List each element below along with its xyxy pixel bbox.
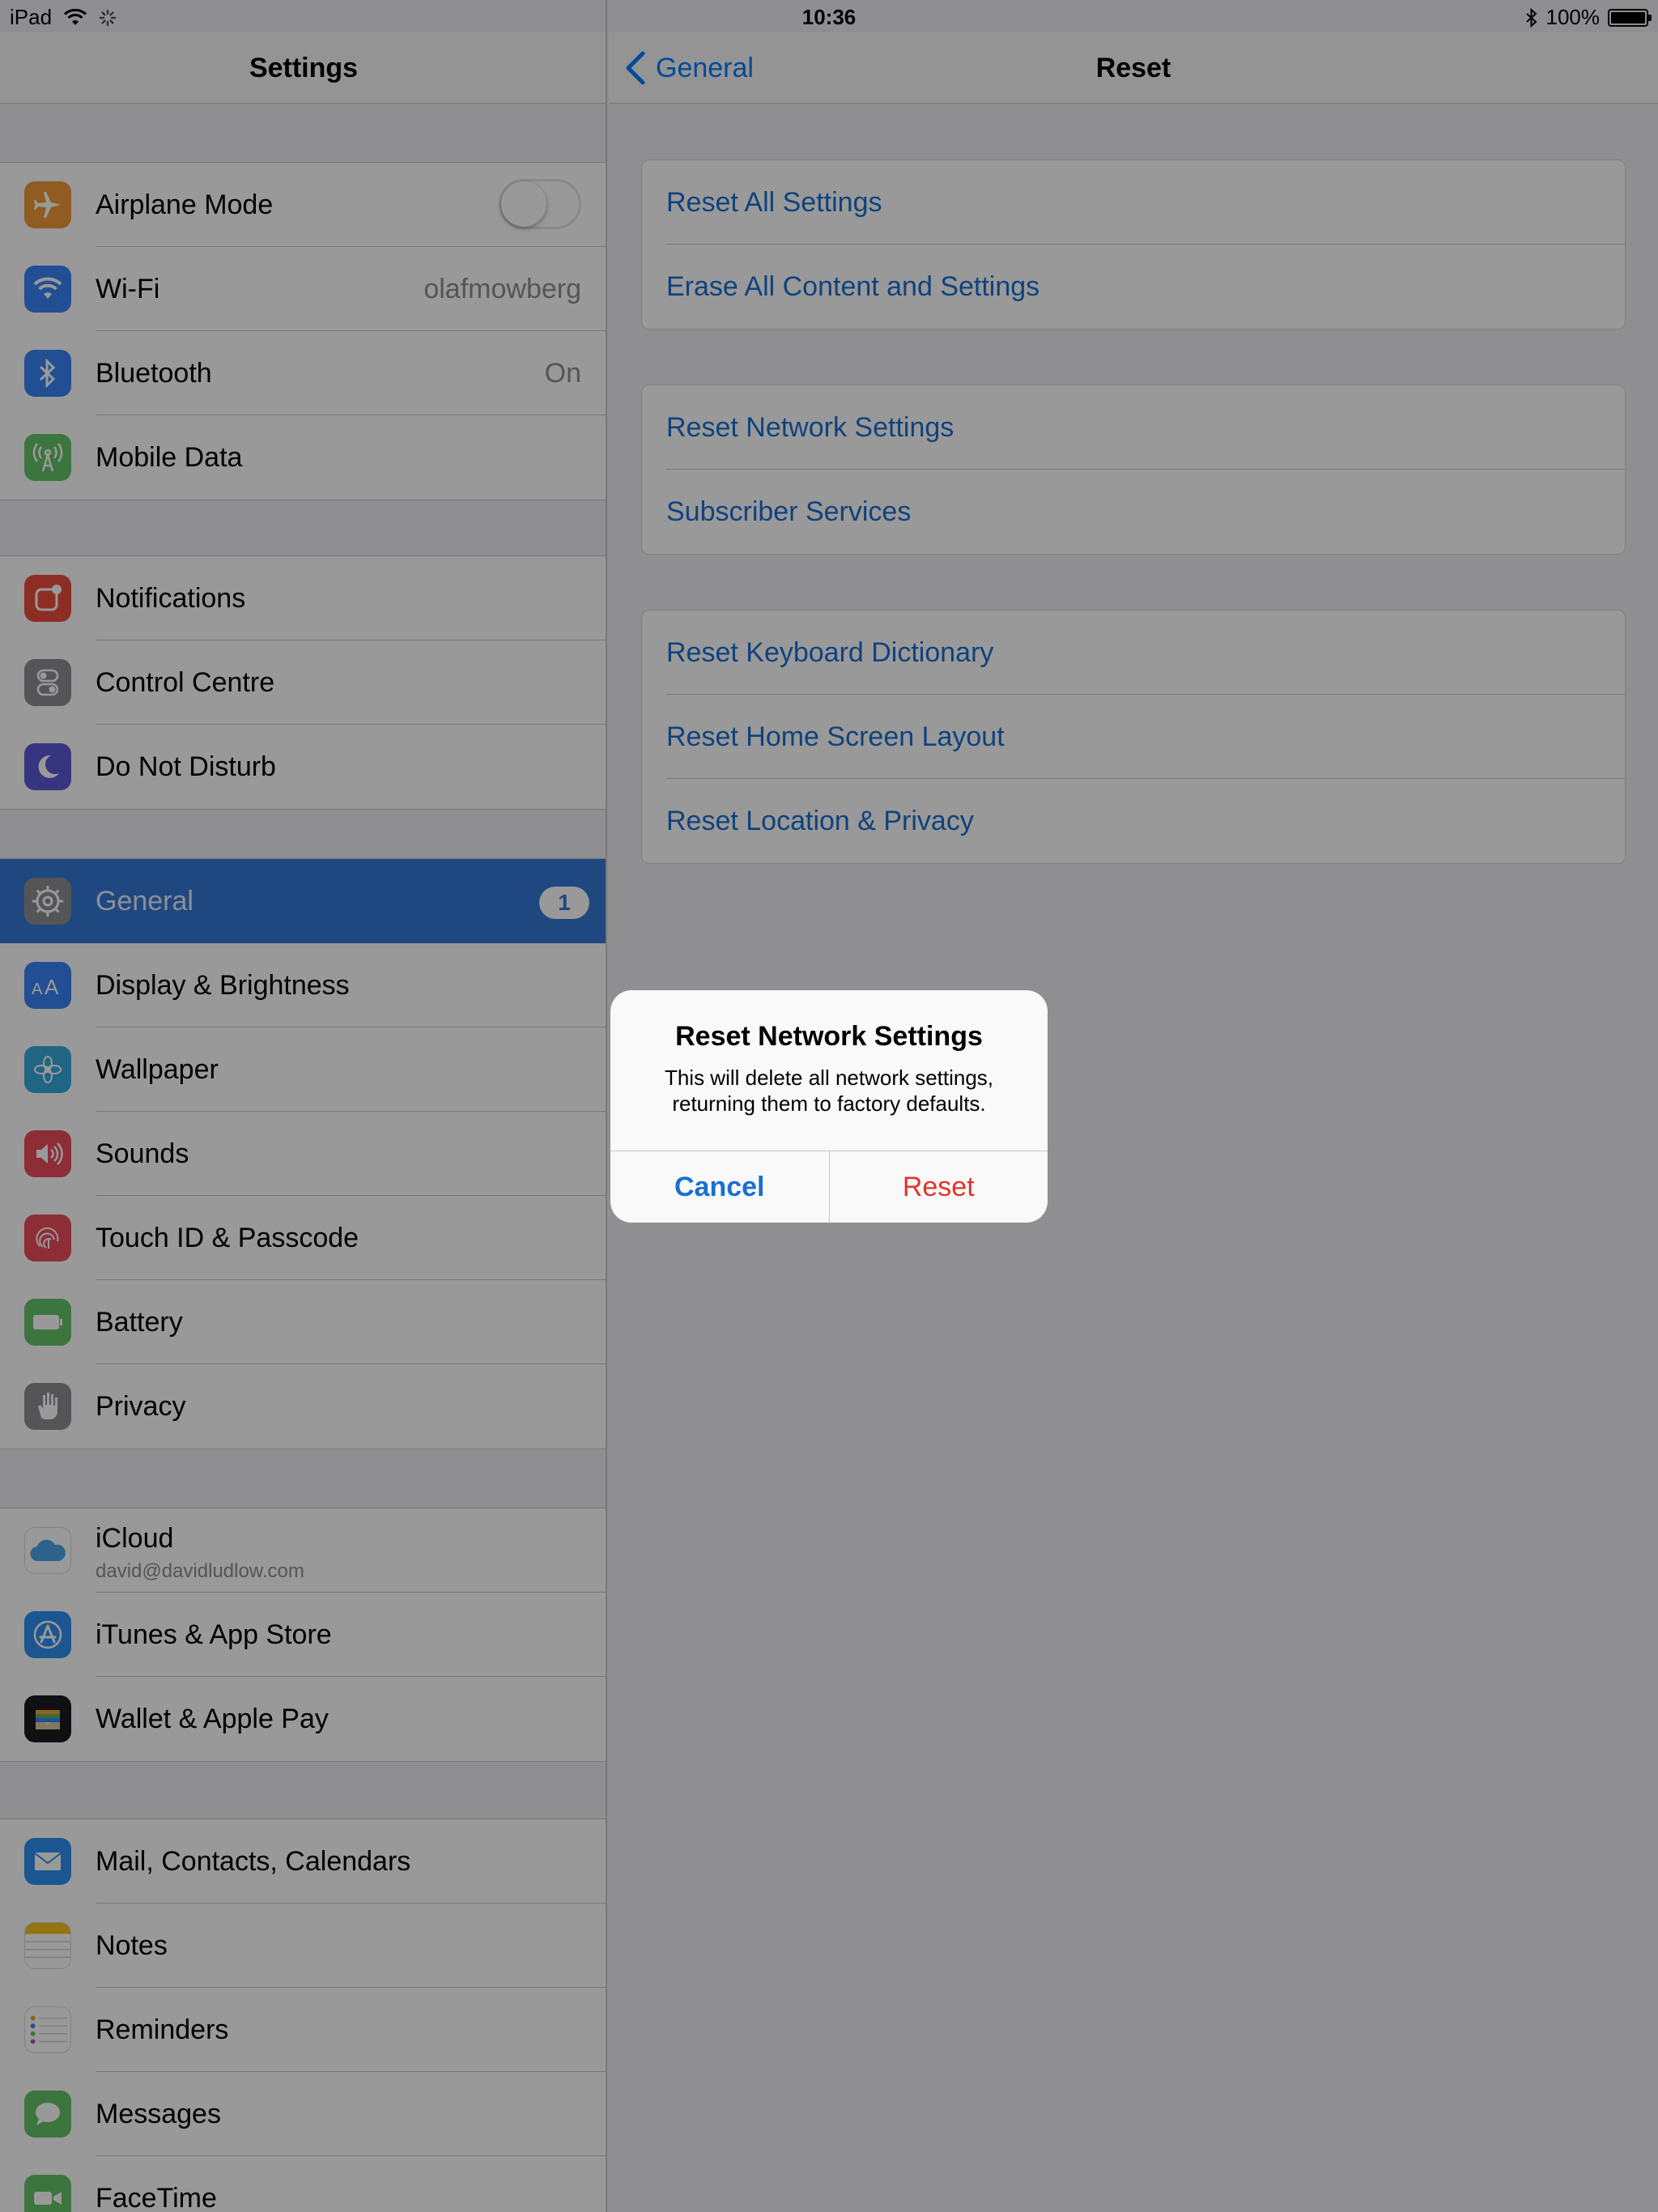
reset-button[interactable]: Reset — [830, 1151, 1048, 1223]
alert-title: Reset Network Settings — [675, 1021, 983, 1052]
cancel-button[interactable]: Cancel — [610, 1151, 830, 1223]
reset-network-alert: Reset Network Settings This will delete … — [610, 990, 1048, 1223]
alert-button-bar: Cancel Reset — [610, 1151, 1048, 1223]
alert-message: This will delete all network settings, r… — [664, 1066, 994, 1116]
